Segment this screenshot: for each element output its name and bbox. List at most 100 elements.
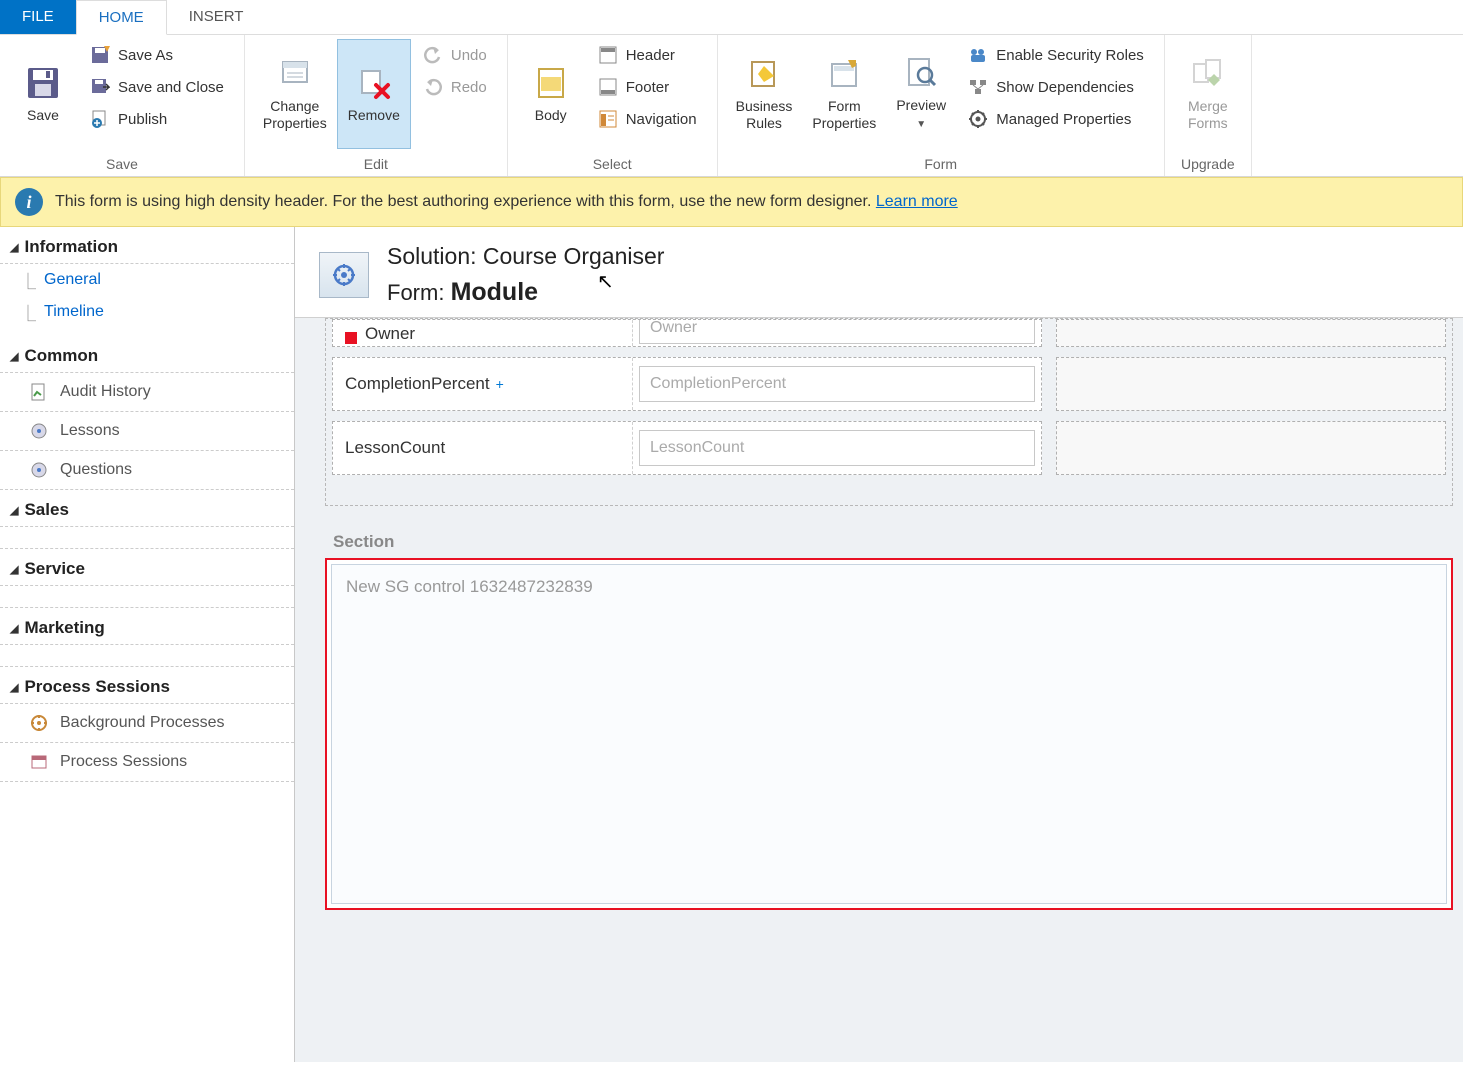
ribbon-group-save: Save Save As Save and Close xyxy=(0,35,245,176)
chevron-down-icon: ▼ xyxy=(916,119,926,130)
business-rules-icon xyxy=(746,56,782,92)
sidebar-section-service[interactable]: ◢ Service xyxy=(0,549,294,586)
audit-history-icon xyxy=(28,381,50,403)
field-label-completion-percent: CompletionPercent+ xyxy=(333,358,633,410)
navigation-button[interactable]: Navigation xyxy=(592,107,703,131)
remove-button[interactable]: Remove xyxy=(337,39,411,149)
field-label-lesson-count: LessonCount xyxy=(333,422,633,474)
info-icon: i xyxy=(15,188,43,216)
ribbon-group-edit: Change Properties Remove Undo xyxy=(245,35,508,176)
plus-icon: + xyxy=(496,376,504,392)
tab-home[interactable]: HOME xyxy=(76,0,167,35)
sidebar-section-information[interactable]: ◢ Information xyxy=(0,227,294,264)
tab-file[interactable]: FILE xyxy=(0,0,76,34)
field-row-empty[interactable] xyxy=(1056,421,1446,475)
header-button[interactable]: Header xyxy=(592,43,703,67)
field-row-owner[interactable]: Owner Owner xyxy=(332,319,1042,347)
sidebar-item-process-sessions[interactable]: Process Sessions xyxy=(0,743,294,782)
field-input-lesson-count[interactable]: LessonCount xyxy=(639,430,1035,466)
field-row-empty[interactable] xyxy=(1056,357,1446,411)
change-properties-button[interactable]: Change Properties xyxy=(253,39,337,149)
content-header: ↖ Solution: Course Organiser Form: Modul… xyxy=(295,227,1463,317)
undo-button[interactable]: Undo xyxy=(417,43,493,67)
form-properties-icon xyxy=(826,56,862,92)
sidebar-section-sales[interactable]: ◢ Sales xyxy=(0,490,294,527)
remove-icon xyxy=(356,65,392,101)
collapse-icon: ◢ xyxy=(10,563,18,576)
sidebar-item-general[interactable]: ⎿General xyxy=(20,264,294,296)
subgrid-control-selected[interactable]: New SG control 1632487232839 xyxy=(325,558,1453,910)
collapse-icon: ◢ xyxy=(10,350,18,363)
sidebar-item-questions[interactable]: Questions xyxy=(0,451,294,490)
required-marker xyxy=(345,332,357,344)
collapse-icon: ◢ xyxy=(10,241,18,254)
save-button[interactable]: Save xyxy=(8,39,78,149)
form-title: Form: Module xyxy=(387,278,664,307)
footer-icon xyxy=(598,77,618,97)
show-dependencies-button[interactable]: Show Dependencies xyxy=(962,75,1150,99)
managed-properties-button[interactable]: Managed Properties xyxy=(962,107,1150,131)
save-icon xyxy=(25,65,61,101)
form-icon xyxy=(319,252,369,298)
field-row-empty[interactable] xyxy=(1056,319,1446,347)
section-title: Section xyxy=(325,526,1453,558)
redo-button[interactable]: Redo xyxy=(417,75,493,99)
collapse-icon: ◢ xyxy=(10,681,18,694)
field-row-completion-percent[interactable]: CompletionPercent+ CompletionPercent xyxy=(332,357,1042,411)
preview-icon xyxy=(903,55,939,91)
field-label-owner: Owner xyxy=(333,320,633,346)
ribbon-group-form: Business Rules Form Properties Preview▼ xyxy=(718,35,1165,176)
ribbon-group-select: Body Header Footer xyxy=(508,35,718,176)
sidebar-section-marketing[interactable]: ◢ Marketing xyxy=(0,608,294,645)
form-properties-button[interactable]: Form Properties xyxy=(802,39,886,149)
body-button[interactable]: Body xyxy=(516,39,586,149)
redo-icon xyxy=(423,77,443,97)
ribbon-group-upgrade: Merge Forms Upgrade xyxy=(1165,35,1252,176)
questions-icon xyxy=(28,459,50,481)
enable-security-roles-button[interactable]: Enable Security Roles xyxy=(962,43,1150,67)
merge-forms-icon xyxy=(1190,56,1226,92)
footer-button[interactable]: Footer xyxy=(592,75,703,99)
notification-text: This form is using high density header. … xyxy=(55,193,958,211)
sidebar-item-background-processes[interactable]: Background Processes xyxy=(0,704,294,743)
lessons-icon xyxy=(28,420,50,442)
subgrid-control-label: New SG control 1632487232839 xyxy=(331,564,1447,904)
sidebar-item-audit-history[interactable]: Audit History xyxy=(0,373,294,412)
publish-button[interactable]: Publish xyxy=(84,107,230,131)
navigation-icon xyxy=(598,109,618,129)
collapse-icon: ◢ xyxy=(10,504,18,517)
sidebar: ◢ Information ⎿General ⎿Timeline ◢ Commo… xyxy=(0,227,295,1062)
content-area: ↖ Solution: Course Organiser Form: Modul… xyxy=(295,227,1463,1062)
save-close-icon xyxy=(90,77,110,97)
properties-icon xyxy=(277,56,313,92)
sidebar-section-common[interactable]: ◢ Common xyxy=(0,336,294,373)
undo-icon xyxy=(423,45,443,65)
managed-properties-icon xyxy=(968,109,988,129)
background-processes-icon xyxy=(28,712,50,734)
tab-insert[interactable]: INSERT xyxy=(167,0,266,34)
merge-forms-button[interactable]: Merge Forms xyxy=(1173,39,1243,149)
field-input-owner[interactable]: Owner xyxy=(639,319,1035,344)
security-roles-icon xyxy=(968,45,988,65)
sidebar-item-timeline[interactable]: ⎿Timeline xyxy=(20,296,294,328)
notification-bar: i This form is using high density header… xyxy=(0,177,1463,227)
save-and-close-button[interactable]: Save and Close xyxy=(84,75,230,99)
ribbon-tabs: FILE HOME INSERT xyxy=(0,0,1463,35)
process-sessions-icon xyxy=(28,751,50,773)
sidebar-section-process-sessions[interactable]: ◢ Process Sessions xyxy=(0,667,294,704)
save-as-button[interactable]: Save As xyxy=(84,43,230,67)
header-icon xyxy=(598,45,618,65)
form-section[interactable]: Section New SG control 1632487232839 xyxy=(325,526,1453,910)
field-input-completion-percent[interactable]: CompletionPercent xyxy=(639,366,1035,402)
form-designer-canvas[interactable]: Owner Owner CompletionPercent+ Completio… xyxy=(295,317,1463,1062)
sidebar-item-lessons[interactable]: Lessons xyxy=(0,412,294,451)
collapse-icon: ◢ xyxy=(10,622,18,635)
learn-more-link[interactable]: Learn more xyxy=(876,193,958,210)
field-row-lesson-count[interactable]: LessonCount LessonCount xyxy=(332,421,1042,475)
save-as-icon xyxy=(90,45,110,65)
preview-button[interactable]: Preview▼ xyxy=(886,39,956,149)
body-icon xyxy=(533,65,569,101)
dependencies-icon xyxy=(968,77,988,97)
business-rules-button[interactable]: Business Rules xyxy=(726,39,803,149)
ribbon: Save Save As Save and Close xyxy=(0,35,1463,177)
